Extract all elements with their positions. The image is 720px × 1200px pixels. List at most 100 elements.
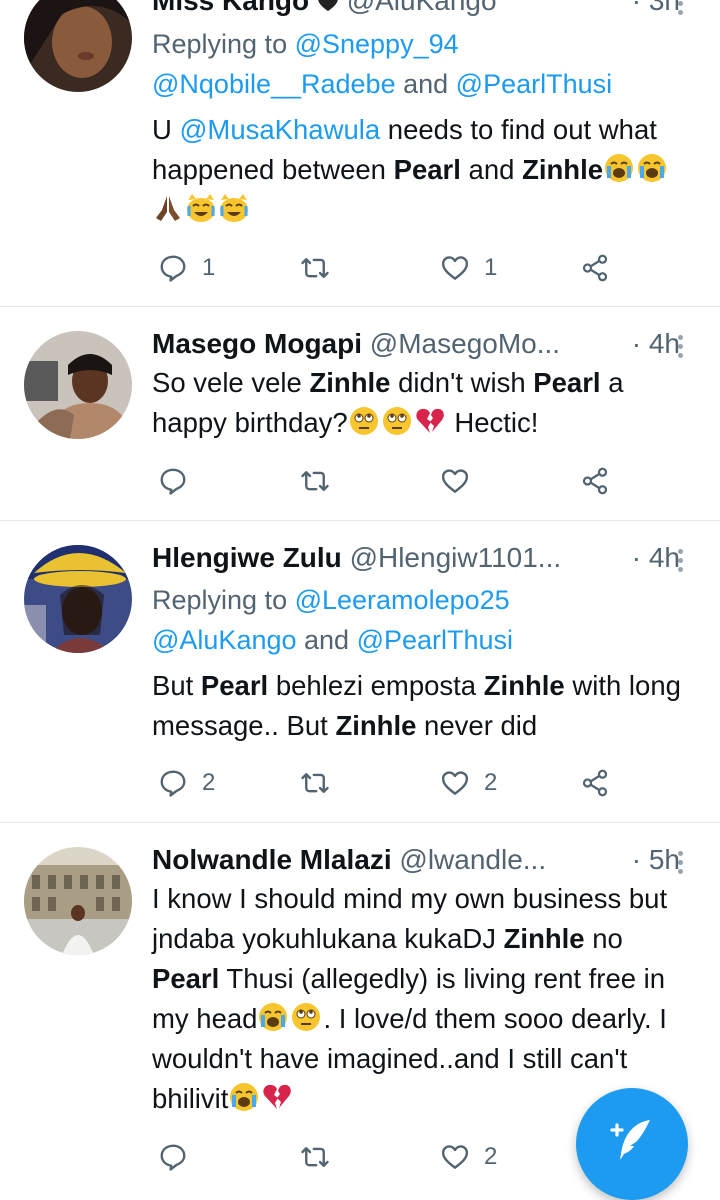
avatar[interactable] (24, 331, 132, 439)
folded-hands-icon (152, 192, 184, 224)
handle[interactable]: @AluKango (347, 0, 497, 16)
retweet-icon (300, 466, 330, 496)
share-button[interactable] (580, 461, 610, 501)
mention-link[interactable]: @PearlThusi (357, 625, 513, 655)
mention-link[interactable]: @Leeramolepo25 (295, 585, 510, 615)
mention-link[interactable]: @Sneppy_94 (295, 29, 459, 59)
avatar[interactable] (24, 847, 132, 955)
text-segment: no (584, 923, 623, 954)
tweet-header: Masego Mogapi @MasegoMo... · 4h (152, 327, 680, 361)
retweet-icon (300, 768, 330, 798)
tweet-actions (0, 461, 720, 501)
mention-link[interactable]: @PearlThusi (456, 69, 612, 99)
tweet-3[interactable]: Hlengiwe Zulu @Hlengiw1101... · 4h Reply… (0, 521, 720, 822)
highlight-word: Pearl (533, 367, 601, 398)
text-segment: But (152, 670, 201, 701)
more-vertical-icon[interactable] (672, 847, 688, 881)
heart-icon (440, 466, 470, 496)
replying-to: Replying to @Leeramolepo25 (152, 580, 510, 620)
like-button[interactable]: 2 (440, 1137, 497, 1177)
retweet-button[interactable] (300, 461, 330, 501)
handle[interactable]: @Hlengiw1101... (350, 542, 562, 573)
mention-link[interactable]: @AluKango (152, 625, 297, 655)
like-count: 2 (484, 1143, 498, 1170)
retweet-icon (300, 253, 330, 283)
heart-icon (440, 1142, 470, 1172)
avatar[interactable] (24, 545, 132, 653)
replying-prefix: Replying to (152, 585, 295, 615)
share-button[interactable] (580, 248, 610, 288)
compose-tweet-button[interactable] (576, 1088, 688, 1200)
loudly-crying-face-icon (228, 1081, 260, 1113)
share-button[interactable] (580, 763, 610, 803)
heart-icon (440, 768, 470, 798)
handle[interactable]: @MasegoMo... (370, 328, 560, 359)
tweet-1[interactable]: Miss Kango @AluKango · 3h Replying to @S… (0, 0, 720, 306)
replying-to: Replying to @Sneppy_94 (152, 24, 459, 64)
cat-tears-of-joy-icon (185, 192, 217, 224)
reply-count: 2 (202, 769, 216, 796)
tweet-header: Hlengiwe Zulu @Hlengiw1101... · 4h (152, 541, 680, 575)
tweet-2[interactable]: Masego Mogapi @MasegoMo... · 4h So vele … (0, 307, 720, 520)
reply-button[interactable]: 1 (158, 248, 215, 288)
share-icon (580, 466, 610, 496)
display-name[interactable]: Nolwandle Mlalazi (152, 844, 392, 875)
avatar[interactable] (24, 0, 132, 92)
heart-icon (440, 253, 470, 283)
text-segment: Hectic! (446, 407, 539, 438)
highlight-word: Zinhle (309, 367, 391, 398)
tweet-actions: 2 2 (0, 763, 720, 803)
like-count: 1 (484, 254, 498, 281)
retweet-button[interactable] (300, 248, 330, 288)
replying-and: and (296, 625, 357, 655)
display-name[interactable]: Hlengiwe Zulu (152, 542, 342, 573)
share-icon (580, 768, 610, 798)
display-name[interactable]: Miss Kango (152, 0, 309, 16)
mention-link[interactable]: @Nqobile__Radebe (152, 69, 396, 99)
highlight-word: Zinhle (503, 923, 585, 954)
reply-button[interactable] (158, 461, 188, 501)
like-button[interactable] (440, 461, 470, 501)
replying-to-line-2: @AluKango and @PearlThusi (152, 620, 513, 660)
tweet-text: But Pearl behlezi emposta Zinhle with lo… (152, 666, 692, 746)
more-vertical-icon[interactable] (672, 545, 688, 579)
text-segment: never did (416, 710, 538, 741)
tweet-actions: 1 1 (0, 248, 720, 288)
reply-button[interactable] (158, 1137, 188, 1177)
display-name[interactable]: Masego Mogapi (152, 328, 362, 359)
tweet-text: I know I should mind my own business but… (152, 879, 692, 1119)
more-vertical-icon[interactable] (672, 0, 688, 22)
reply-button[interactable]: 2 (158, 763, 215, 803)
eye-roll-face-icon (381, 405, 413, 437)
text-segment: didn't wish (390, 367, 534, 398)
more-vertical-icon[interactable] (672, 331, 688, 365)
text-segment: behlezi emposta (268, 670, 484, 701)
text-segment: and (460, 154, 523, 185)
retweet-icon (300, 1142, 330, 1172)
reply-bubble-icon (158, 253, 188, 283)
handle[interactable]: @lwandle... (399, 844, 546, 875)
reply-bubble-icon (158, 1142, 188, 1172)
broken-heart-icon (261, 1081, 293, 1113)
like-button[interactable]: 1 (440, 248, 497, 288)
highlight-word: Pearl (393, 154, 461, 185)
reply-bubble-icon (158, 466, 188, 496)
retweet-button[interactable] (300, 1137, 330, 1177)
reply-bubble-icon (158, 768, 188, 798)
retweet-button[interactable] (300, 763, 330, 803)
tweet-text: So vele vele Zinhle didn't wish Pearl a … (152, 363, 692, 443)
highlight-word: Zinhle (522, 154, 604, 185)
tweet-header: Nolwandle Mlalazi @lwandle... · 5h (152, 843, 680, 877)
broken-heart-icon (414, 405, 446, 437)
highlight-word: Pearl (152, 963, 220, 994)
text-segment: So vele vele (152, 367, 310, 398)
like-count: 2 (484, 769, 498, 796)
heart-black-icon (317, 0, 339, 12)
eye-roll-face-icon (348, 405, 380, 437)
replying-to-line-2: @Nqobile__Radebe and @PearlThusi (152, 64, 612, 104)
replying-and: and (395, 69, 456, 99)
mention-link[interactable]: @MusaKhawula (180, 114, 381, 145)
like-button[interactable]: 2 (440, 763, 497, 803)
share-icon (580, 253, 610, 283)
tweet-header: Miss Kango @AluKango · 3h (152, 0, 680, 18)
